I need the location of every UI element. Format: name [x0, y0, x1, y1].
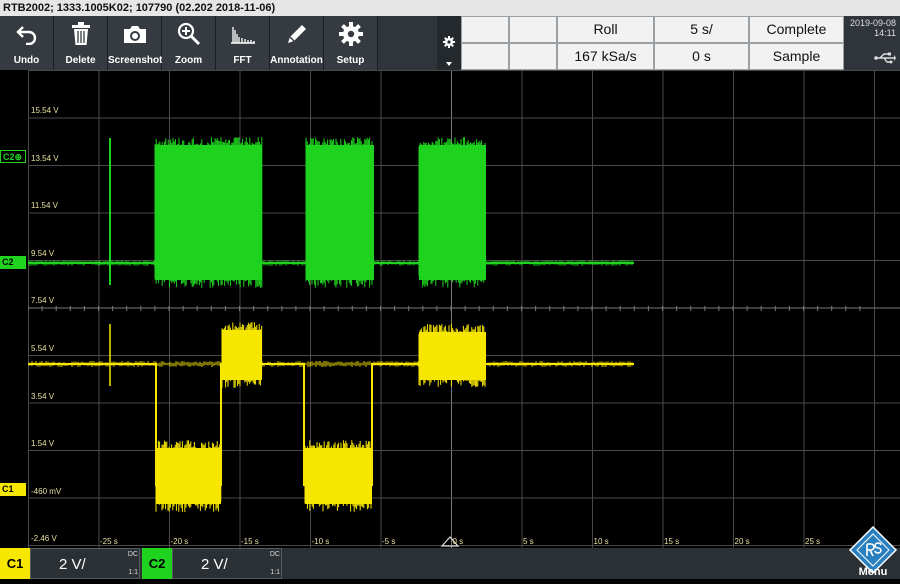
x-axis-label: 0 s: [452, 537, 464, 546]
setup-button[interactable]: Setup: [324, 16, 378, 70]
y-axis-label: 5.54 V: [31, 344, 55, 353]
c2-burst-2-noise: [305, 137, 374, 288]
date-time: 2019-09-08 14:11: [844, 16, 900, 70]
x-axis-label: -20 s: [170, 537, 189, 546]
trash-icon: [54, 22, 107, 46]
annotation-button[interactable]: Annotation: [270, 16, 324, 70]
x-axis-label: -15 s: [241, 537, 259, 546]
annotation-label: Annotation: [270, 55, 323, 66]
y-axis-label: 15.54 V: [31, 106, 59, 115]
acq-blank-3: [509, 16, 557, 43]
y-axis-label: -460 mV: [31, 486, 62, 496]
acq-status[interactable]: Complete: [749, 16, 844, 43]
screenshot-button[interactable]: Screenshot: [108, 16, 162, 70]
fft-icon: [216, 22, 269, 46]
undo-icon: [0, 22, 53, 46]
x-axis-label: 10 s: [593, 537, 609, 546]
setup-label: Setup: [336, 55, 365, 66]
channel-1-coupling: DC: [127, 551, 138, 558]
y-axis-label: -2.46 V: [31, 534, 57, 544]
channel-2-settings[interactable]: C2 2 V/ DC 1:1: [142, 548, 284, 579]
trigger-offset[interactable]: 0 s: [654, 43, 749, 70]
x-axis-label: -5 s: [382, 537, 396, 546]
waveform-display[interactable]: [28, 70, 900, 548]
undo-button[interactable]: Undo: [0, 16, 54, 70]
c1-ground-marker[interactable]: C1: [0, 483, 26, 496]
delete-button[interactable]: Delete: [54, 16, 108, 70]
y-axis-label: 7.54 V: [31, 296, 55, 306]
x-axis-label: 15 s: [664, 537, 680, 546]
undo-label: Undo: [13, 55, 40, 66]
channel-2-tag: C2: [142, 548, 172, 579]
usb-icon: [874, 52, 896, 64]
date: 2019-09-08: [849, 18, 896, 28]
x-axis-label: -25 s: [100, 537, 118, 546]
y-axis-label: 11.54 V: [31, 201, 58, 211]
y-axis-label: 9.54 V: [31, 248, 55, 258]
channel-1-probe: 1:1: [128, 569, 138, 576]
x-axis-label: 5 s: [523, 537, 534, 546]
c2-offset-marker[interactable]: C2⊕: [0, 150, 26, 163]
delete-label: Delete: [65, 55, 96, 66]
zoom-icon: [162, 22, 215, 46]
quick-settings-button[interactable]: [437, 16, 461, 70]
x-axis-label: 20 s: [734, 537, 750, 546]
timebase-value[interactable]: 5 s/: [654, 16, 749, 43]
menu-button[interactable]: Menu: [846, 525, 900, 579]
camera-icon: [108, 22, 161, 46]
y-axis-label: 1.54 V: [31, 439, 55, 449]
y-axis-label: 13.54 V: [31, 153, 59, 163]
small-gear-icon: [443, 36, 455, 48]
fft-button[interactable]: FFT: [216, 16, 270, 70]
zoom-label: Zoom: [174, 55, 203, 66]
channel-1-trace: [28, 322, 634, 512]
gear-icon: [324, 22, 377, 46]
acq-blank-2: [461, 43, 509, 70]
acq-blank-4: [509, 43, 557, 70]
time: 14:11: [874, 28, 896, 38]
chevron-down-icon: [446, 62, 452, 66]
acq-mode-roll[interactable]: Roll: [557, 16, 654, 43]
channel-2-probe: 1:1: [270, 569, 280, 576]
zoom-button[interactable]: Zoom: [162, 16, 216, 70]
fft-label: FFT: [233, 55, 252, 66]
window-title: RTB2002; 1333.1005K02; 107790 (02.202 20…: [3, 2, 276, 14]
channel-2-coupling: DC: [269, 551, 280, 558]
channel-1-tag: C1: [0, 548, 30, 579]
c1-low-1-noise: [155, 440, 222, 512]
menu-label: Menu: [858, 566, 888, 578]
title-bar: RTB2002; 1333.1005K02; 107790 (02.202 20…: [0, 0, 900, 16]
screenshot-label: Screenshot: [108, 55, 163, 66]
pencil-icon: [270, 22, 323, 46]
acq-mode-sample[interactable]: Sample: [749, 43, 844, 70]
x-axis-label: -10 s: [311, 537, 330, 546]
channel-bar: C1 2 V/ DC 1:1 C2 2 V/ DC 1:1: [0, 548, 900, 579]
acq-blank-1: [461, 16, 509, 43]
y-axis-label: 3.54 V: [31, 391, 55, 401]
c2-ground-marker[interactable]: C2: [0, 256, 26, 269]
channel-1-settings[interactable]: C1 2 V/ DC 1:1: [0, 548, 142, 579]
x-axis-label: 25 s: [805, 537, 821, 546]
sample-rate[interactable]: 167 kSa/s: [557, 43, 654, 70]
